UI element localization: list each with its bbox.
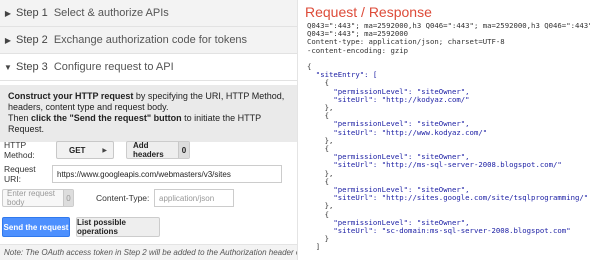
step-2-header[interactable]: ▶ Step 2 Exchange authorization code for… (0, 27, 297, 54)
http-method-label: HTTP Method: (4, 140, 35, 160)
request-uri-input[interactable]: https://www.googleapis.com/webmasters/v3… (52, 165, 282, 183)
site-url-value: "http://kodyaz.com/" (381, 94, 470, 104)
site-url-value: "http://sites.google.com/site/tsqlprogra… (381, 193, 589, 203)
content-type-input[interactable]: application/json (154, 189, 234, 207)
step-number: Step 2 (16, 34, 48, 46)
request-uri-label: Request URI: (4, 164, 36, 184)
instructions-box: Construct your HTTP request by specifyin… (0, 85, 297, 142)
instructions-bold: Construct your HTTP request (8, 91, 134, 101)
left-panel: ▶ Step 1 Select & authorize APIs ▶ Step … (0, 0, 298, 260)
actions-row: Send the request List possible operation… (0, 217, 297, 237)
right-panel: Request / Response Q043=":443"; ma=25920… (299, 0, 590, 260)
site-url-value: "sc-domain:ms-sql-server-2008.blogspot.c… (381, 226, 571, 236)
json-close-brace: } (307, 251, 311, 252)
json-key: "siteUrl": (333, 94, 382, 104)
list-operations-button[interactable]: List possible operations (76, 217, 160, 237)
step-description: Select & authorize APIs (53, 7, 169, 19)
step-number: Step 3 (16, 61, 48, 73)
chevron-right-icon: ▶ (4, 8, 12, 18)
content-type-label: Content-Type: (96, 193, 150, 203)
response-body: Q043=":443"; ma=2592000,h3 Q046=":443"; … (299, 22, 590, 252)
step-description: Configure request to API (53, 61, 174, 73)
enter-request-body-label: Enter request body (7, 189, 56, 207)
json-key: "siteUrl": (333, 127, 382, 137)
chevron-down-icon: ▶ (102, 147, 107, 154)
uri-row: Request URI: https://www.googleapis.com/… (0, 164, 297, 184)
json-key-site-entry: "siteEntry": [ (315, 70, 378, 80)
request-body-count: 0 (62, 190, 73, 206)
instructions-text: Then (8, 113, 32, 123)
step-1-header[interactable]: ▶ Step 1 Select & authorize APIs (0, 0, 297, 27)
response-title: Request / Response (305, 4, 432, 20)
add-headers-button[interactable]: Add headers 0 (126, 141, 190, 159)
add-headers-count: 0 (177, 142, 189, 158)
site-url-value: "http://ms-sql-server-2008.blogspot.com/… (381, 160, 562, 170)
body-row: Enter request body 0 Content-Type: appli… (0, 189, 297, 207)
http-method-select[interactable]: GET ▶ (56, 141, 114, 159)
step-number: Step 1 (16, 7, 48, 19)
enter-request-body-button[interactable]: Enter request body 0 (2, 189, 74, 207)
site-url-value: "http://www.kodyaz.com/" (381, 127, 488, 137)
step-description: Exchange authorization code for tokens (53, 34, 248, 46)
response-header-line: -content-encoding: gzip (307, 45, 409, 55)
chevron-right-icon: ▶ (4, 35, 12, 45)
note-text: Note: The OAuth access token in Step 2 w… (0, 244, 297, 260)
instructions-bold: click the "Send the request" button (31, 113, 182, 123)
json-key: "siteUrl": (333, 226, 382, 236)
method-row: HTTP Method: GET ▶ Add headers 0 (0, 140, 297, 160)
add-headers-label: Add headers (133, 141, 164, 159)
http-method-value: GET (69, 145, 86, 155)
chevron-down-icon: ▼ (4, 62, 12, 72)
json-key: "siteUrl": (333, 160, 382, 170)
json-key: "siteUrl": (333, 193, 382, 203)
json-close-array: ] (315, 242, 321, 252)
send-request-button[interactable]: Send the request (2, 217, 70, 237)
step-3-header[interactable]: ▼ Step 3 Configure request to API (0, 54, 297, 81)
